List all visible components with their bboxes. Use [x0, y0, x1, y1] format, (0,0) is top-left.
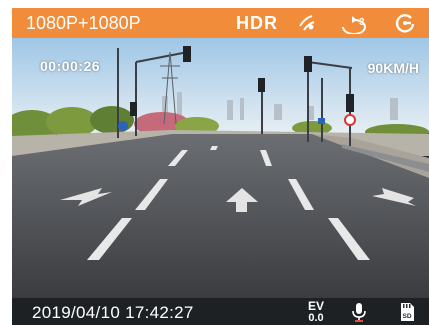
dashcam-screen: 1080P+1080P HDR 3 00:00:26 90KM/H 2019/0… — [12, 8, 429, 325]
status-bar: 1080P+1080P HDR 3 — [12, 8, 429, 38]
gps-icon — [395, 14, 415, 33]
info-bar: 2019/04/10 17:42:27 EV 0.0 SD — [12, 298, 429, 325]
ev-value: 0.0 — [308, 312, 324, 324]
speed-readout: 90KM/H — [367, 60, 419, 76]
loop-recording-3min-icon: 3 — [342, 16, 366, 34]
exposure-value: EV 0.0 — [304, 300, 328, 324]
hdr-indicator: HDR — [236, 13, 278, 33]
road-detection-icon — [299, 15, 315, 31]
microphone-icon — [352, 303, 366, 322]
recording-timer: 00:00:26 — [40, 58, 101, 74]
road-scene — [12, 38, 429, 298]
date-time-stamp: 2019/04/10 17:42:27 — [32, 303, 194, 322]
sd-card-icon: SD — [401, 303, 414, 321]
sd-card-label: SD — [403, 313, 412, 320]
loop-minutes-label: 3 — [359, 17, 365, 28]
ev-label: EV — [307, 299, 324, 313]
resolution-label: 1080P+1080P — [26, 13, 141, 33]
